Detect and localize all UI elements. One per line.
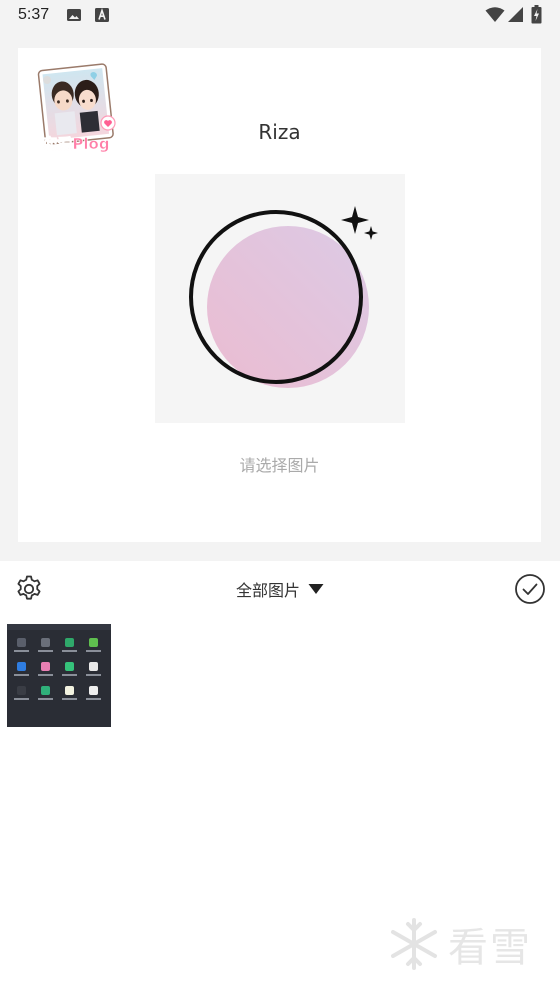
gallery-thumbnail[interactable] xyxy=(7,624,111,727)
album-dropdown-label: 全部图片 xyxy=(235,581,300,600)
triangle-down-icon xyxy=(308,584,324,594)
choose-image-hint: 请选择图片 xyxy=(239,456,320,475)
snowflake-icon xyxy=(391,918,437,970)
username-label: Riza xyxy=(258,120,301,144)
watermark: 看雪 xyxy=(386,912,546,976)
image-notification-icon xyxy=(67,9,81,21)
status-bar: 5:37 xyxy=(0,0,560,32)
signal-icon xyxy=(508,7,523,22)
a-notification-icon xyxy=(95,7,109,22)
preview-card: 恋爱Plog Riza 请选择图片 xyxy=(18,48,541,542)
screenshot-thumbnail-image xyxy=(7,624,111,727)
battery-charging-icon xyxy=(531,5,542,24)
gear-icon[interactable] xyxy=(14,574,44,604)
wifi-icon xyxy=(485,7,505,22)
check-circle-icon[interactable] xyxy=(514,573,546,605)
album-dropdown[interactable]: 全部图片 xyxy=(180,575,380,603)
gallery-toolbar: 全部图片 xyxy=(0,561,560,617)
status-time: 5:37 xyxy=(18,6,50,23)
sparkle-icon xyxy=(341,206,378,240)
image-preview-placeholder[interactable] xyxy=(155,174,405,423)
watermark-text: 看雪 xyxy=(448,925,532,971)
